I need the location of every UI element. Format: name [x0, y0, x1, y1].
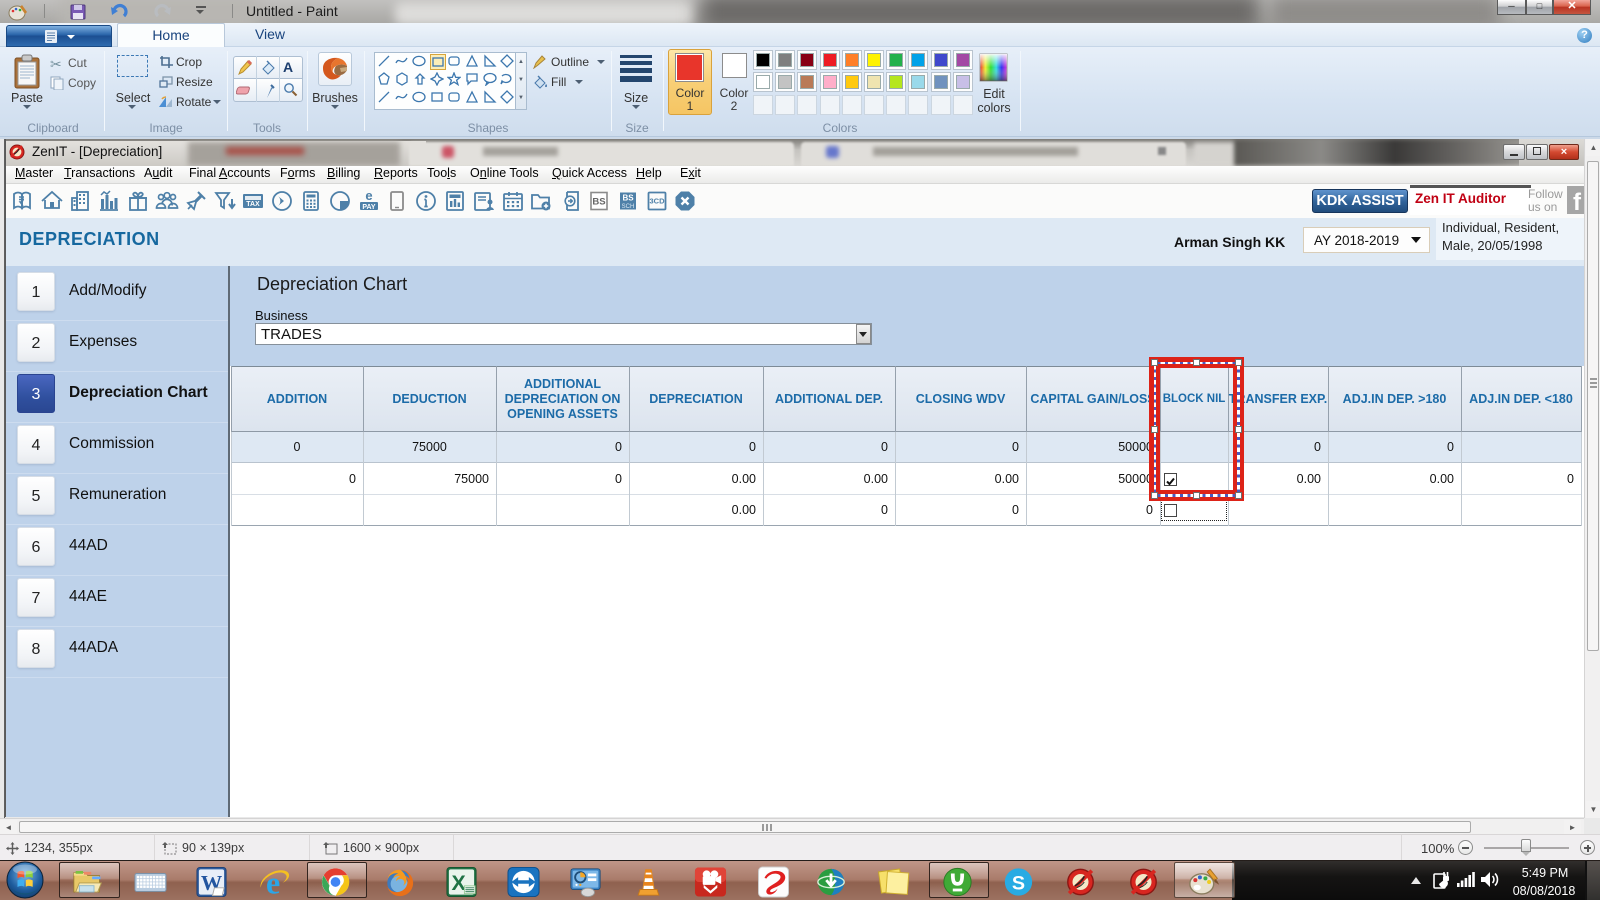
svg-text:SCH: SCH [621, 204, 634, 210]
svg-text:BS: BS [622, 194, 634, 203]
svg-text:3CD: 3CD [649, 197, 665, 206]
svg-text:S: S [1012, 873, 1025, 895]
svg-text:TAX: TAX [247, 201, 261, 208]
svg-text:e: e [365, 189, 372, 203]
svg-text:PAY: PAY [362, 204, 376, 211]
svg-text:BS: BS [592, 197, 605, 208]
